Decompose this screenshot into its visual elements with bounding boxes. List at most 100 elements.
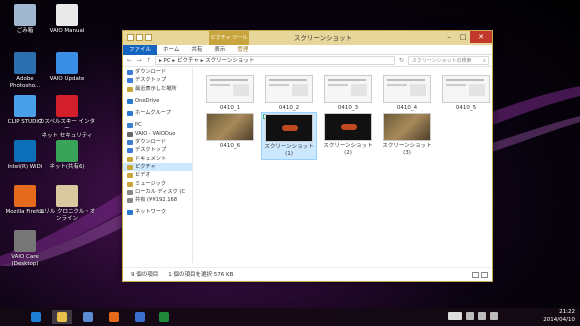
tab-file[interactable]: ファイル — [123, 44, 158, 55]
desktop-icon-item[interactable]: エリル クロニクル・オ ンライン — [38, 185, 96, 223]
up-icon[interactable]: ↑ — [145, 57, 152, 64]
explorer-icon[interactable] — [52, 310, 72, 324]
explorer-window[interactable]: ピクチャ ツール スクリーンショット – □ ✕ ファイル ホーム 共有 表示 … — [122, 30, 493, 282]
nav-item-label: VAIO - VAIODuo — [135, 130, 176, 137]
title-bar[interactable]: ピクチャ ツール スクリーンショット – □ ✕ — [123, 31, 492, 45]
nav-item-label: OneDrive — [135, 97, 160, 104]
quick-access-toolbar[interactable] — [127, 34, 152, 41]
nav-item[interactable]: ドキュメント — [123, 155, 192, 163]
search-icon[interactable]: ⌕ — [483, 57, 486, 65]
nav-item-label: デスクトップ — [135, 77, 167, 84]
file-name: 0410_5 — [455, 105, 477, 111]
photoshop-icon — [14, 52, 36, 74]
nav-item[interactable]: ダウンロード — [123, 68, 192, 76]
nav-item[interactable]: ダウンロード — [123, 138, 192, 146]
file-item[interactable]: 0410_3 — [320, 74, 376, 113]
battery-icon[interactable] — [490, 312, 498, 320]
forward-icon[interactable]: → — [136, 57, 143, 64]
people-icon[interactable] — [78, 310, 98, 324]
desktop-icon-label: VAIO Manual — [49, 28, 85, 34]
file-thumbnail — [206, 75, 254, 103]
nav-item[interactable]: デスクトップ — [123, 146, 192, 154]
tab-view[interactable]: 表示 — [208, 45, 231, 55]
maximize-button[interactable]: □ — [456, 31, 470, 43]
item-count: 9 個の項目 — [131, 272, 159, 278]
system-tray — [448, 312, 498, 320]
folder-icon[interactable] — [127, 34, 134, 41]
back-icon[interactable]: ← — [126, 57, 133, 64]
file-item[interactable]: ✓スクリーンショット (1) — [261, 112, 317, 160]
file-name: 0410_2 — [278, 105, 300, 111]
nav-item[interactable]: ホームグループ — [123, 109, 192, 117]
file-item[interactable]: 0410_5 — [438, 74, 494, 113]
context-tab-picture-tools[interactable]: ピクチャ ツール — [209, 31, 249, 45]
nav-item[interactable]: ローカル ディスク (C — [123, 188, 192, 196]
phone-icon — [127, 131, 133, 137]
nav-item[interactable]: VAIO - VAIODuo — [123, 130, 192, 138]
file-item[interactable]: スクリーンショット (2) — [320, 112, 376, 158]
videos-icon — [127, 173, 133, 179]
file-thumbnail — [442, 75, 490, 103]
file-name: 0410_6 — [219, 143, 241, 149]
nav-item[interactable]: ミュージック — [123, 180, 192, 188]
navigation-pane[interactable]: ダウンロード デスクトップ 最近表示した場所 OneDrive ホームグループ PC VAI… — [123, 68, 193, 263]
file-item[interactable]: 0410_6 — [202, 112, 258, 151]
ie-icon[interactable] — [26, 310, 46, 324]
volume-icon[interactable] — [478, 312, 486, 320]
desktop-icon-item[interactable]: VAIO Update — [38, 52, 96, 83]
documents-icon — [127, 156, 133, 162]
excel-icon[interactable] — [154, 310, 174, 324]
search-input[interactable]: スクリーンショットの検索 ⌕ — [407, 56, 489, 65]
nav-item-label: ミュージック — [135, 180, 167, 187]
minimize-button[interactable]: – — [442, 31, 456, 43]
onedrive-icon — [127, 98, 133, 104]
tab-manage[interactable]: 管理 — [231, 45, 254, 55]
tab-home[interactable]: ホーム — [157, 45, 185, 55]
nav-item-label: ドキュメント — [135, 155, 167, 162]
address-bar[interactable]: ▸ PC ▸ ピクチャ ▸ スクリーンショット — [155, 56, 396, 65]
desktop-icon-item[interactable]: VAIO Care (Desktop) — [0, 230, 54, 268]
status-bar: 9 個の項目 1 個の項目を選択 576 KB — [123, 267, 492, 281]
downloads-icon — [127, 70, 133, 75]
details-view-icon[interactable] — [472, 272, 479, 278]
vaio-update-icon — [56, 52, 78, 74]
desktop-icon-item[interactable]: カスペルスキー インター ネット セキュリティ — [38, 95, 96, 140]
shield-icon[interactable] — [130, 310, 150, 324]
nav-item[interactable]: OneDrive — [123, 97, 192, 105]
file-item[interactable]: 0410_4 — [379, 74, 435, 113]
nav-item-label: ダウンロード — [135, 139, 167, 146]
keyboard-icon[interactable] — [448, 312, 462, 320]
file-name: スクリーンショット (2) — [323, 143, 373, 156]
search-placeholder: スクリーンショットの検索 — [411, 58, 472, 64]
file-thumbnail — [265, 75, 313, 103]
file-name: スクリーンショット (1) — [264, 144, 314, 157]
firefox-icon[interactable] — [104, 310, 124, 324]
file-item[interactable]: 0410_2 — [261, 74, 317, 113]
address-row: ← → ↑ ▸ PC ▸ ピクチャ ▸ スクリーンショット ↻ スクリーンショッ… — [123, 55, 492, 67]
file-view[interactable]: 0410_1 0410_2 0410_3 0410_4 0410_5 0410_6 ✓スクリ… — [194, 68, 492, 263]
file-name: 0410_3 — [337, 105, 359, 111]
new-folder-icon[interactable] — [145, 34, 152, 41]
clock-date: 2014/04/10 — [543, 316, 575, 323]
nav-item[interactable]: PC — [123, 121, 192, 129]
nav-item[interactable]: デスクトップ — [123, 76, 192, 84]
net-share-icon — [56, 140, 78, 162]
close-button[interactable]: ✕ — [470, 31, 492, 43]
nav-item[interactable]: ネットワーク — [123, 208, 192, 216]
tab-share[interactable]: 共有 — [185, 45, 208, 55]
file-thumbnail — [265, 114, 313, 142]
clock[interactable]: 21:22 2014/04/10 — [543, 309, 575, 324]
nav-item[interactable]: 共有 (¥¥192.168 — [123, 196, 192, 204]
file-name: 0410_1 — [219, 105, 241, 111]
large-icons-view-icon[interactable] — [481, 272, 488, 278]
file-item[interactable]: 0410_1 — [202, 74, 258, 113]
file-item[interactable]: スクリーンショット (3) — [379, 112, 435, 158]
desktop-icon-item[interactable]: ネット(共有6) — [38, 140, 96, 171]
desktop-icon-item[interactable]: VAIO Manual — [38, 4, 96, 35]
refresh-icon[interactable]: ↻ — [398, 57, 405, 64]
nav-item[interactable]: ピクチャ — [123, 162, 192, 172]
network-tray-icon[interactable] — [466, 312, 474, 320]
nav-item[interactable]: 最近表示した場所 — [123, 85, 192, 93]
properties-icon[interactable] — [136, 34, 143, 41]
nav-item[interactable]: ビデオ — [123, 171, 192, 179]
